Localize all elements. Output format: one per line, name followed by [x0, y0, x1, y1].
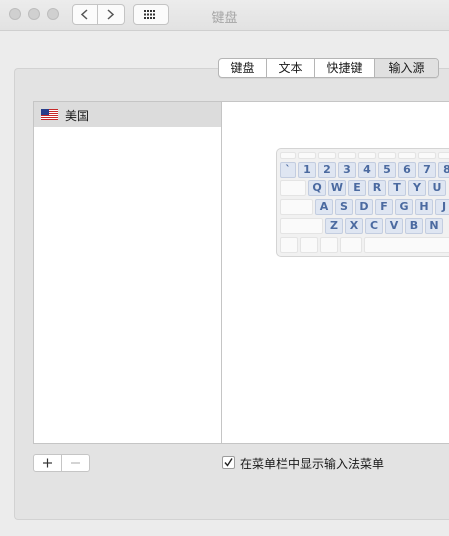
tab-shortcuts[interactable]: 快捷键 — [315, 59, 375, 77]
key: Q — [308, 180, 326, 196]
key: B — [405, 218, 423, 234]
key: F — [375, 199, 393, 215]
key: A — [315, 199, 333, 215]
key: G — [395, 199, 413, 215]
key: 7 — [418, 162, 436, 178]
show-input-menu-checkbox[interactable] — [222, 456, 235, 469]
tab-text[interactable]: 文本 — [267, 59, 315, 77]
key: Z — [325, 218, 343, 234]
remove-input-source-button[interactable] — [62, 455, 89, 471]
us-flag-icon — [41, 109, 58, 120]
key: X — [345, 218, 363, 234]
input-source-list[interactable]: 美国 — [33, 101, 222, 444]
key: S — [335, 199, 353, 215]
tab-input-sources[interactable]: 输入源 — [375, 59, 438, 77]
checkmark-icon — [224, 458, 233, 467]
key: C — [365, 218, 383, 234]
show-input-menu-label[interactable]: 在菜单栏中显示输入法菜单 — [240, 455, 384, 472]
list-item[interactable]: 美国 — [34, 102, 221, 127]
window-title: 键盘 — [211, 11, 238, 26]
key: ` — [280, 162, 296, 178]
key: Y — [408, 180, 426, 196]
key: D — [355, 199, 373, 215]
key: W — [328, 180, 346, 196]
keyboard-preview: ` 1 2 3 4 5 6 7 8 Q W E R T Y U A S D F … — [276, 148, 449, 257]
key: 6 — [398, 162, 416, 178]
tab-bar: 键盘 文本 快捷键 输入源 — [218, 58, 439, 78]
title-bar: 键盘 — [0, 0, 449, 31]
key: 8 — [438, 162, 449, 178]
key: R — [368, 180, 386, 196]
key: 3 — [338, 162, 356, 178]
key: 5 — [378, 162, 396, 178]
key: 2 — [318, 162, 336, 178]
tab-keyboard[interactable]: 键盘 — [219, 59, 267, 77]
plus-icon — [43, 458, 52, 468]
key: U — [428, 180, 446, 196]
key: E — [348, 180, 366, 196]
key: 4 — [358, 162, 376, 178]
add-input-source-button[interactable] — [34, 455, 61, 471]
key: H — [415, 199, 433, 215]
key: J — [435, 199, 449, 215]
key: T — [388, 180, 406, 196]
minus-icon — [71, 462, 80, 464]
add-remove-control — [33, 454, 90, 472]
list-item-label: 美国 — [65, 109, 90, 123]
key: 1 — [298, 162, 316, 178]
key: N — [425, 218, 443, 234]
key: V — [385, 218, 403, 234]
